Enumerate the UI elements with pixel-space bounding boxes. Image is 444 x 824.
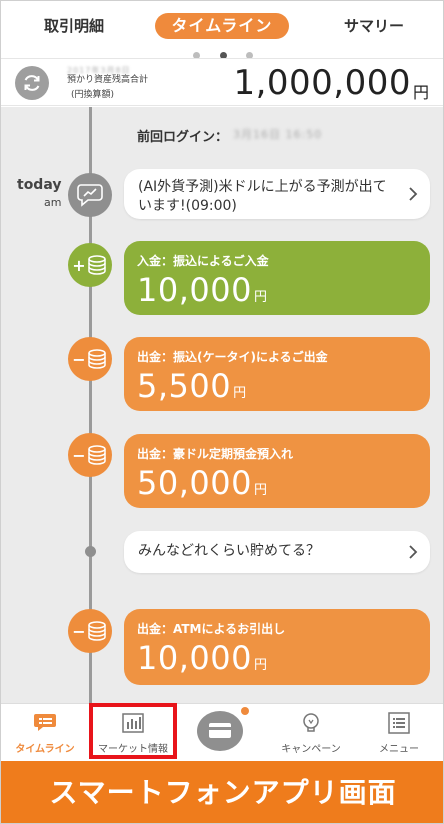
highlight-frame [89, 703, 177, 759]
nav-label: メニュー [379, 744, 419, 755]
minus-sign: − [72, 445, 86, 465]
today-label: today [17, 177, 62, 193]
card-button[interactable] [197, 711, 243, 751]
transaction-title: 出金：ATMによるお引出し [137, 622, 286, 636]
withdrawal-card[interactable]: 出金：豪ドル定期預金預入れ 50,000 円 [124, 434, 430, 508]
last-login-value: 3月16日 16:50 [233, 128, 323, 141]
notice-card-savings[interactable]: みんなどれくらい貯めてる？ [124, 531, 430, 573]
timeline[interactable]: 前回ログイン： 3月16日 16:50 today am (AI外貨予測)米ドル… [1, 107, 443, 703]
withdrawal-icon: − [68, 337, 112, 381]
coin-stack-icon [87, 255, 106, 275]
refresh-icon [24, 75, 40, 91]
amount-unit: 円 [253, 483, 268, 498]
nav-campaign[interactable]: キャンペーン [267, 704, 355, 761]
am-label: am [44, 196, 62, 209]
coin-stack-icon [87, 621, 106, 641]
chevron-right-icon [409, 545, 418, 559]
plus-sign: + [72, 255, 86, 275]
transaction-amount: 10,000 円 [137, 271, 267, 309]
notice-card-ai-forecast[interactable]: (AI外貨予測)米ドルに上がる予測が出ています!(09:00) [124, 169, 430, 219]
nav-label: タイムライン [15, 744, 75, 755]
app-screen: 取引明細 タイムライン サマリー 2017年3月8日 預かり資産残高合計 (円換… [0, 0, 444, 824]
amount-value: 10,000 [137, 639, 252, 677]
card-icon [209, 723, 231, 738]
withdrawal-card[interactable]: 出金：ATMによるお引出し 10,000 円 [124, 609, 430, 685]
amount-value: 50,000 [137, 464, 252, 502]
amount-value: 5,500 [137, 367, 232, 405]
chat-bubble-icon [77, 184, 103, 207]
amount-unit: 円 [233, 386, 247, 401]
minus-sign: − [72, 621, 86, 641]
nav-timeline[interactable]: タイムライン [1, 704, 89, 761]
notification-badge [241, 707, 249, 715]
tab-bar: 取引明細 タイムライン サマリー [1, 1, 443, 59]
transaction-amount: 5,500 円 [137, 367, 247, 405]
nav-label: キャンペーン [281, 744, 341, 755]
tab-transactions[interactable]: 取引明細 [19, 13, 129, 39]
amount-value: 10,000 [137, 271, 252, 309]
minus-sign: − [72, 349, 86, 369]
withdrawal-icon: − [68, 433, 112, 477]
lightbulb-icon [303, 713, 319, 732]
transaction-title: 出金：振込(ケータイ)によるご出金 [137, 350, 328, 364]
transaction-title: 入金：振込によるご入金 [137, 254, 269, 268]
timeline-dot [85, 546, 96, 557]
withdrawal-icon: − [68, 609, 112, 653]
amount-unit: 円 [253, 290, 268, 305]
asset-label: 預かり資産残高合計 [67, 75, 149, 85]
notice-text: (AI外貨予測)米ドルに上がる予測が出ています!(09:00) [138, 179, 387, 214]
bottom-nav: タイムライン マーケット情報 キャンペーン メニュー [1, 703, 443, 761]
coin-stack-icon [87, 445, 106, 465]
coin-stack-icon [87, 349, 106, 369]
menu-list-icon [388, 712, 410, 734]
deposit-icon: + [68, 243, 112, 287]
chat-list-icon [34, 714, 56, 731]
refresh-button[interactable] [15, 66, 49, 100]
transaction-amount: 10,000 円 [137, 639, 267, 677]
caption-banner: スマートフォンアプリ画面 [1, 761, 443, 823]
amount-unit: 円 [253, 658, 268, 673]
transaction-amount: 50,000 円 [137, 464, 267, 502]
asset-summary: 2017年3月8日 預かり資産残高合計 (円換算額) 1,000,000 円 [1, 58, 443, 106]
tab-timeline[interactable]: タイムライン [155, 13, 289, 39]
tab-summary[interactable]: サマリー [319, 13, 429, 39]
asset-sublabel: (円換算額) [71, 90, 115, 100]
asset-unit: 円 [412, 83, 429, 102]
withdrawal-card[interactable]: 出金：振込(ケータイ)によるご出金 5,500 円 [124, 337, 430, 411]
notice-icon [68, 173, 112, 217]
asset-total: 1,000,000 [233, 63, 411, 103]
notice-text: みんなどれくらい貯めてる？ [138, 543, 320, 559]
chevron-right-icon [409, 187, 418, 201]
deposit-card[interactable]: 入金：振込によるご入金 10,000 円 [124, 241, 430, 315]
nav-menu[interactable]: メニュー [355, 704, 443, 761]
transaction-title: 出金：豪ドル定期預金預入れ [137, 447, 294, 461]
last-login-label: 前回ログイン： [137, 130, 229, 145]
